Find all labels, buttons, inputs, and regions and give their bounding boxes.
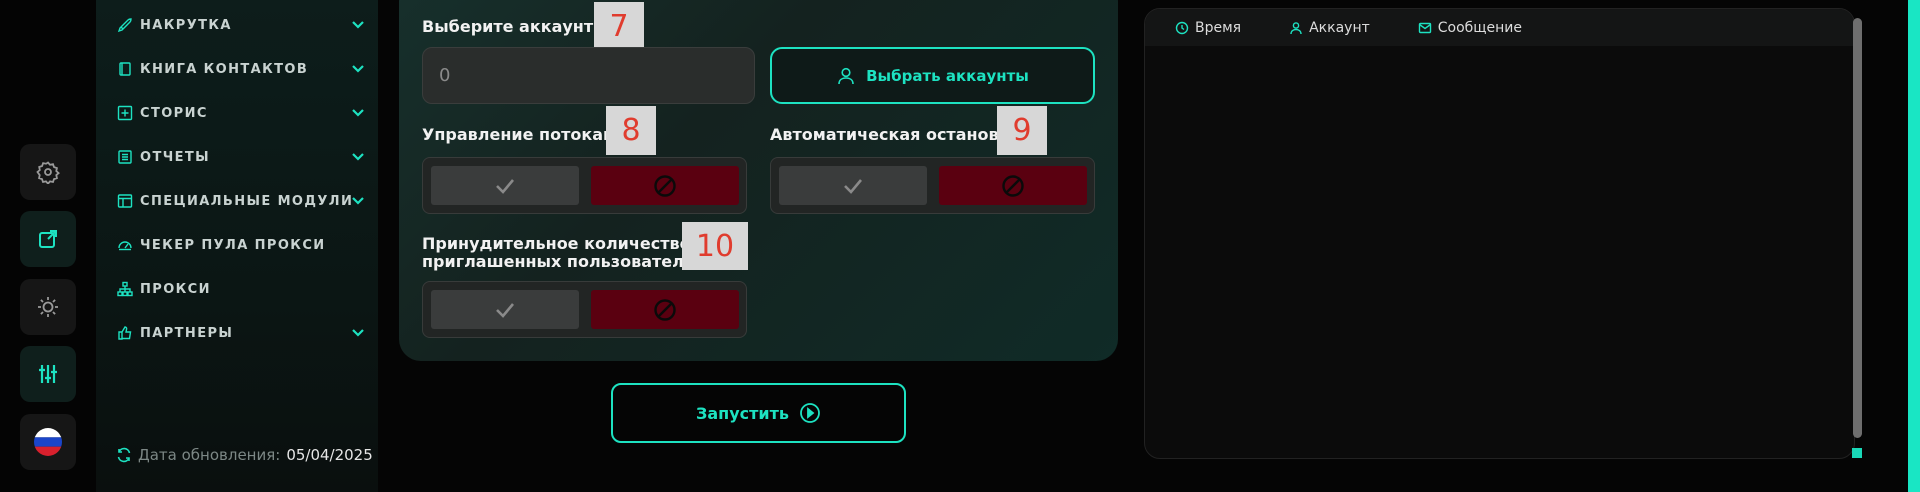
check-icon (496, 178, 514, 194)
sliders-icon (39, 365, 57, 383)
app-root: НАКРУТКА КНИГА КОНТАКТОВ СТОРИС ОТЧЕТЫ С… (0, 0, 1920, 492)
update-info: Дата обновления: 05/04/2025 (116, 446, 373, 464)
mail-icon (1418, 22, 1431, 33)
sidebar-item-label: КНИГА КОНТАКТОВ (140, 61, 309, 77)
launch-button[interactable]: Запустить (611, 383, 906, 443)
external-link-button[interactable] (20, 211, 76, 267)
user-icon (1290, 21, 1302, 34)
window-edge-accent (1908, 0, 1920, 492)
chevron-down-icon[interactable] (350, 325, 366, 341)
modules-icon (116, 192, 134, 210)
log-column-label: Сообщение (1437, 19, 1522, 36)
annotation-badge-8: 8 (606, 106, 656, 155)
autostop-toggle (770, 157, 1095, 214)
rocket-icon (116, 16, 134, 34)
log-column-message: Сообщение (1418, 20, 1522, 36)
theme-button[interactable] (20, 279, 76, 335)
log-column-account: Аккаунт (1289, 20, 1370, 36)
accounts-label: Выберите аккаунты (422, 17, 608, 36)
threads-toggle (422, 157, 747, 214)
language-flag-icon (34, 428, 62, 456)
sidebar-item-label: СТОРИС (140, 105, 208, 121)
sidebar-item-special-modules[interactable]: СПЕЦИАЛЬНЫЕ МОДУЛИ (116, 187, 366, 215)
chevron-down-icon[interactable] (350, 193, 366, 209)
autostop-label: Автоматическая остановка (770, 125, 1021, 144)
update-date: 05/04/2025 (286, 446, 373, 464)
threads-label: Управление потоками (422, 125, 628, 144)
sidebar-item-boost[interactable]: НАКРУТКА (116, 11, 366, 39)
external-link-icon (39, 230, 57, 248)
check-icon (496, 302, 514, 318)
sidebar-item-label: НАКРУТКА (140, 17, 232, 33)
sidebar-item-label: ПРОКСИ (140, 281, 211, 297)
forbidden-icon (1002, 174, 1024, 197)
sidebar-item-reports[interactable]: ОТЧЕТЫ (116, 143, 366, 171)
autostop-enable-button[interactable] (779, 166, 927, 205)
forced-invite-label-line2: приглашенных пользователей (422, 252, 706, 271)
sidebar-item-contacts[interactable]: КНИГА КОНТАКТОВ (116, 55, 366, 83)
log-column-label: Аккаунт (1309, 19, 1370, 36)
plus-square-icon (116, 104, 134, 122)
forced-invite-label-line1: Принудительное количество (422, 234, 691, 253)
play-circle-icon (800, 403, 820, 423)
annotation-badge-9: 9 (997, 106, 1047, 155)
chevron-down-icon[interactable] (350, 149, 366, 165)
network-icon (116, 280, 134, 298)
sidebar-item-proxy[interactable]: ПРОКСИ (116, 275, 366, 303)
check-icon (844, 178, 862, 194)
threads-disable-button[interactable] (591, 166, 739, 205)
sidebar-item-proxy-checker[interactable]: ЧЕКЕР ПУЛА ПРОКСИ (116, 231, 366, 259)
resize-handle[interactable] (1852, 448, 1862, 458)
refresh-icon (117, 447, 131, 463)
forbidden-icon (654, 174, 676, 197)
annotation-badge-10: 10 (682, 222, 748, 270)
threads-enable-button[interactable] (431, 166, 579, 205)
forbidden-icon (654, 298, 676, 321)
forced-invite-enable-button[interactable] (431, 290, 579, 329)
language-button[interactable] (20, 414, 76, 470)
autostop-disable-button[interactable] (939, 166, 1087, 205)
settings-button[interactable] (20, 144, 76, 200)
log-scrollbar[interactable] (1853, 18, 1862, 438)
forced-invite-toggle (422, 281, 747, 338)
log-column-label: Время (1195, 19, 1242, 36)
sidebar-item-label: ЧЕКЕР ПУЛА ПРОКСИ (140, 237, 326, 253)
icon-rail (0, 0, 96, 492)
select-accounts-button[interactable]: Выбрать аккаунты (770, 47, 1095, 104)
theme-icon (38, 297, 58, 317)
annotation-badge-7: 7 (594, 2, 644, 50)
log-panel: Время Аккаунт Сообщение (1144, 8, 1855, 459)
accounts-count-field[interactable]: 0 (422, 47, 755, 104)
sidebar-item-partners[interactable]: ПАРТНЕРЫ (116, 319, 366, 347)
settings-icon (36, 161, 60, 184)
select-accounts-label: Выбрать аккаунты (866, 66, 1029, 85)
launch-label: Запустить (695, 403, 789, 423)
sidebar-item-stories[interactable]: СТОРИС (116, 99, 366, 127)
sidebar-item-label: ПАРТНЕРЫ (140, 325, 234, 341)
report-icon (116, 148, 134, 166)
log-header: Время Аккаунт Сообщение (1145, 9, 1854, 46)
update-label: Дата обновления: (138, 446, 281, 464)
book-icon (116, 60, 134, 78)
log-column-time: Время (1175, 20, 1241, 36)
gauge-icon (116, 236, 134, 254)
clock-icon (1175, 21, 1189, 34)
sidebar-item-label: ОТЧЕТЫ (140, 149, 211, 165)
sidebar-item-label: СПЕЦИАЛЬНЫЕ МОДУЛИ (140, 193, 354, 209)
thumbs-up-icon (116, 324, 134, 342)
user-icon (838, 67, 854, 84)
chevron-down-icon[interactable] (350, 61, 366, 77)
sliders-button[interactable] (20, 346, 76, 402)
forced-invite-disable-button[interactable] (591, 290, 739, 329)
chevron-down-icon[interactable] (350, 17, 366, 33)
sidebar: НАКРУТКА КНИГА КОНТАКТОВ СТОРИС ОТЧЕТЫ С… (96, 0, 378, 492)
chevron-down-icon[interactable] (350, 105, 366, 121)
forced-invite-label: Принудительное количество приглашенных п… (422, 235, 706, 271)
